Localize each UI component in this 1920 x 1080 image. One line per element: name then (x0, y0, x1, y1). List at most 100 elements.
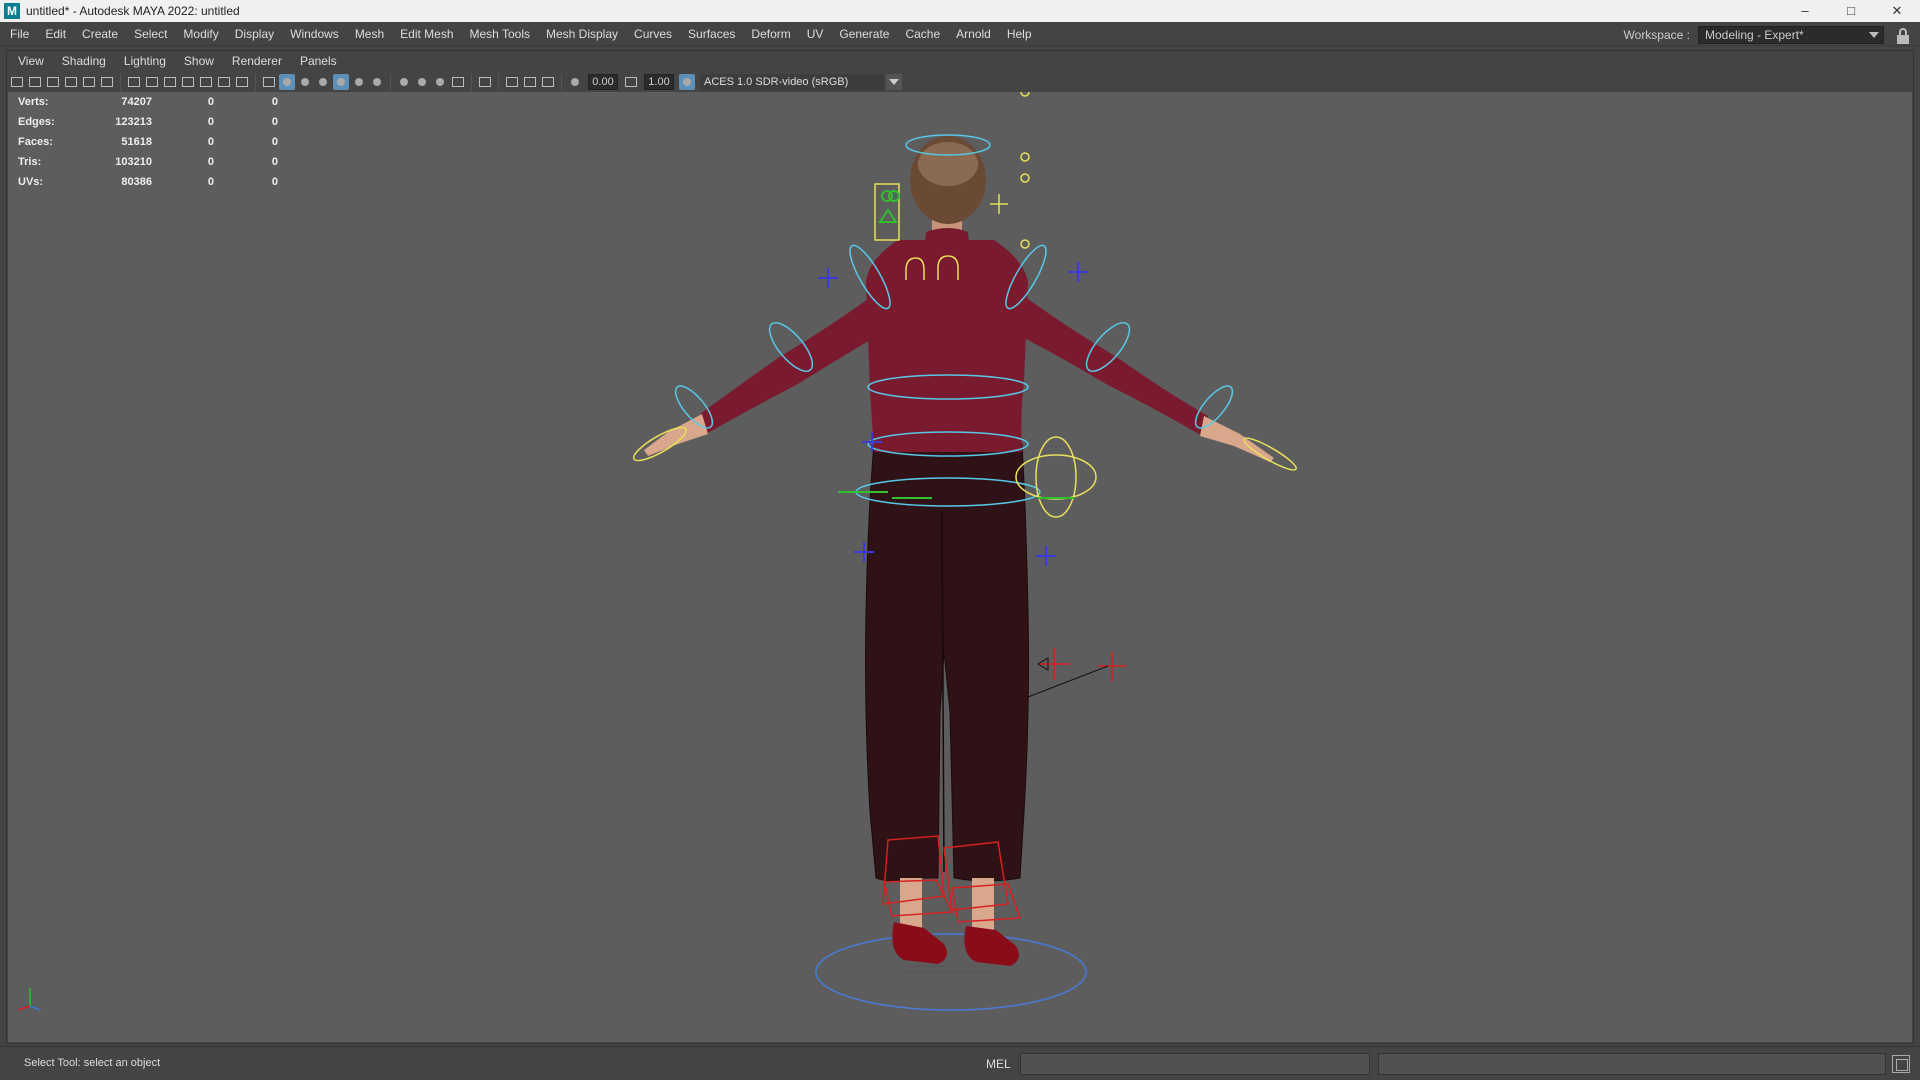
menu-windows[interactable]: Windows (282, 22, 347, 46)
menu-modify[interactable]: Modify (175, 22, 226, 46)
field-chart-icon[interactable] (198, 74, 214, 90)
hud-value: 51618 (121, 136, 152, 148)
hud-value: 0 (271, 136, 278, 148)
hud-value: 0 (207, 96, 214, 108)
hud-row: Tris: 103210 0 0 (18, 152, 278, 172)
ambient-occlusion-icon[interactable] (369, 74, 385, 90)
gamma-field[interactable]: 1.00 (644, 74, 674, 90)
exposure-field[interactable]: 0.00 (588, 74, 618, 90)
x-ray-joints-icon[interactable] (504, 74, 520, 90)
menu-create[interactable]: Create (74, 22, 126, 46)
menu-generate[interactable]: Generate (831, 22, 897, 46)
hud-value: 0 (271, 96, 278, 108)
anti-aliasing-icon[interactable] (414, 74, 430, 90)
select-camera-icon[interactable] (9, 74, 25, 90)
color-management-icon[interactable] (679, 74, 695, 90)
gate-mask-icon[interactable] (180, 74, 196, 90)
menu-surfaces[interactable]: Surfaces (680, 22, 743, 46)
menu-mesh-tools[interactable]: Mesh Tools (462, 22, 538, 46)
top-mesh (866, 240, 1028, 452)
grease-pencil-icon[interactable] (99, 74, 115, 90)
command-language-toggle[interactable]: MEL (986, 1057, 1011, 1071)
use-all-lights-icon[interactable] (333, 74, 349, 90)
restore-button[interactable]: □ (1828, 0, 1874, 22)
hud-label: Verts: (18, 96, 49, 108)
shadows-icon[interactable] (351, 74, 367, 90)
camera-attributes-icon[interactable] (27, 74, 43, 90)
panel-menu-show[interactable]: Show (174, 54, 222, 68)
right-arm (1012, 292, 1208, 436)
panel-menu-shading[interactable]: Shading (52, 54, 114, 68)
hud-value: 0 (207, 176, 214, 188)
motion-blur-icon[interactable] (396, 74, 412, 90)
hud-value: 0 (271, 176, 278, 188)
2d-pan-zoom-icon[interactable] (81, 74, 97, 90)
help-line: Select Tool: select an object (24, 1057, 161, 1069)
hud-label: Faces: (18, 136, 53, 148)
minimize-button[interactable]: – (1782, 0, 1828, 22)
viewport-scene (17, 92, 1297, 1011)
depth-of-field-icon[interactable] (432, 74, 448, 90)
menu-uv[interactable]: UV (799, 22, 832, 46)
menu-file[interactable]: File (0, 22, 37, 46)
menu-mesh[interactable]: Mesh (347, 22, 392, 46)
script-editor-icon[interactable] (1892, 1055, 1910, 1073)
panel-menu-panels[interactable]: Panels (290, 54, 345, 68)
resolution-gate-icon[interactable] (162, 74, 178, 90)
textured-icon[interactable] (315, 74, 331, 90)
menu-arnold[interactable]: Arnold (948, 22, 999, 46)
panel-menu-view[interactable]: View (8, 54, 52, 68)
film-gate-icon[interactable] (144, 74, 160, 90)
pants-mesh (865, 443, 1029, 882)
image-plane-icon[interactable] (63, 74, 79, 90)
x-ray-icon[interactable] (477, 74, 493, 90)
menu-edit[interactable]: Edit (37, 22, 74, 46)
hair-highlight (918, 142, 978, 186)
hud-row: Faces: 51618 0 0 (18, 132, 278, 152)
turtleneck-collar (924, 228, 970, 252)
gamma-icon[interactable] (623, 74, 639, 90)
hud-label: UVs: (18, 176, 44, 188)
menu-mesh-display[interactable]: Mesh Display (538, 22, 626, 46)
workspace-value: Modeling - Expert* (1705, 28, 1804, 42)
menu-cache[interactable]: Cache (897, 22, 948, 46)
close-button[interactable]: ✕ (1874, 0, 1920, 22)
maya-logo-icon: M (4, 3, 20, 19)
menu-edit-mesh[interactable]: Edit Mesh (392, 22, 461, 46)
left-arm (700, 292, 884, 434)
grid-icon[interactable] (126, 74, 142, 90)
panel-menu-renderer[interactable]: Renderer (222, 54, 290, 68)
chevron-down-icon[interactable] (886, 74, 902, 90)
menu-curves[interactable]: Curves (626, 22, 680, 46)
left-hand (644, 414, 708, 456)
x-ray-active-icon[interactable] (522, 74, 538, 90)
hud-value: 0 (207, 156, 214, 168)
hud-value: 80386 (121, 176, 152, 188)
wireframe-on-shaded-icon[interactable] (297, 74, 313, 90)
menu-select[interactable]: Select (126, 22, 175, 46)
toolbar-separator (471, 74, 472, 90)
isolate-select-icon[interactable] (450, 74, 466, 90)
toolbar-separator (120, 74, 121, 90)
perspective-viewport[interactable]: persp (8, 92, 1912, 1042)
menu-display[interactable]: Display (227, 22, 282, 46)
view-transform-field[interactable]: ACES 1.0 SDR-video (sRGB) (700, 74, 884, 90)
command-line-bar: Select Tool: select an object MEL (0, 1046, 1920, 1080)
window-title: untitled* - Autodesk MAYA 2022: untitled (26, 4, 240, 18)
toolbar-separator (390, 74, 391, 90)
workspace-dropdown[interactable]: Modeling - Expert* (1698, 26, 1884, 44)
wireframe-icon[interactable] (261, 74, 277, 90)
command-input[interactable] (1020, 1053, 1370, 1075)
bookmarks-icon[interactable] (45, 74, 61, 90)
backface-culling-icon[interactable] (540, 74, 556, 90)
panel-menu-lighting[interactable]: Lighting (114, 54, 174, 68)
lock-icon[interactable] (1896, 28, 1910, 44)
hud-row: UVs: 80386 0 0 (18, 172, 278, 192)
safe-action-icon[interactable] (216, 74, 232, 90)
safe-title-icon[interactable] (234, 74, 250, 90)
smooth-shade-icon[interactable] (279, 74, 295, 90)
exposure-icon[interactable] (567, 74, 583, 90)
menu-deform[interactable]: Deform (743, 22, 798, 46)
hud-value: 123213 (115, 116, 152, 128)
menu-help[interactable]: Help (999, 22, 1040, 46)
